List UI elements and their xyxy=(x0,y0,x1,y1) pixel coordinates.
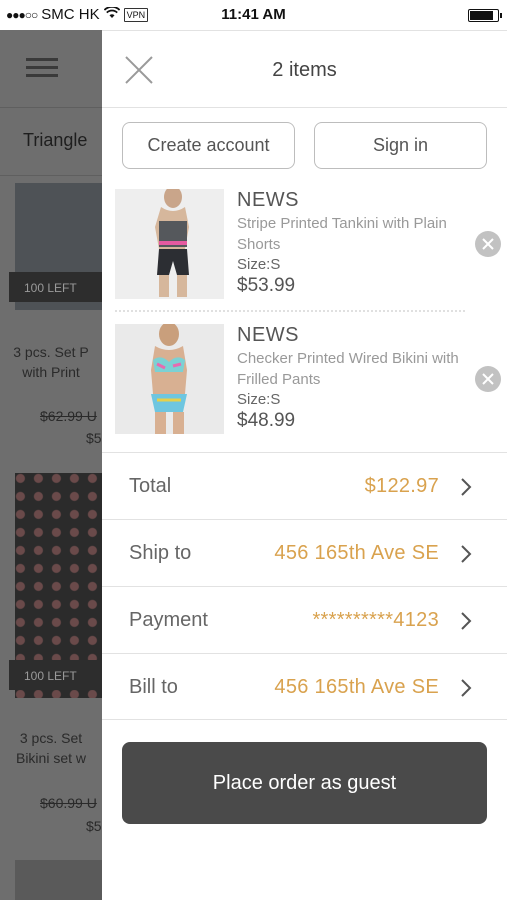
chevron-right-icon xyxy=(461,679,472,697)
stock-badge: 100 LEFT xyxy=(9,660,102,690)
product-title: 3 pcs. Set P with Print xyxy=(13,344,89,380)
hamburger-menu-icon[interactable] xyxy=(26,58,58,78)
payment-value: **********4123 xyxy=(312,609,439,631)
cart-item-info: NEWS Checker Printed Wired Bikini with F… xyxy=(237,324,467,432)
product-price: $5 xyxy=(86,818,102,834)
ship-to-label: Ship to xyxy=(129,542,192,564)
product-thumbnail[interactable] xyxy=(115,324,224,434)
bill-to-label: Bill to xyxy=(129,676,178,698)
create-account-button[interactable]: Create account xyxy=(122,122,295,169)
product-old-price: $62.99 U xyxy=(40,408,97,424)
cart-panel: 2 items Create account Sign in NEWS Stri… xyxy=(102,30,507,900)
product-thumbnail[interactable] xyxy=(115,189,224,299)
close-icon xyxy=(482,238,494,250)
item-size: Size:S xyxy=(237,256,281,273)
remove-item-button[interactable] xyxy=(475,231,501,257)
chevron-right-icon xyxy=(461,545,472,563)
product-image[interactable] xyxy=(15,860,102,900)
status-time: 11:41 AM xyxy=(221,6,286,23)
background-header xyxy=(0,30,102,108)
chevron-right-icon xyxy=(461,612,472,630)
item-brand: NEWS xyxy=(237,189,299,211)
background-filter-label[interactable]: Triangle xyxy=(0,108,102,176)
battery-level xyxy=(470,11,493,20)
item-brand: NEWS xyxy=(237,324,299,346)
item-price: $53.99 xyxy=(237,275,296,296)
battery-icon xyxy=(468,9,502,22)
item-divider xyxy=(115,310,465,312)
item-price: $48.99 xyxy=(237,410,296,431)
item-size: Size:S xyxy=(237,391,281,408)
ship-to-row[interactable]: Ship to 456 165th Ave SE xyxy=(102,519,507,586)
total-row[interactable]: Total $122.97 xyxy=(102,452,507,519)
product-old-price: $60.99 U xyxy=(40,795,97,811)
status-bar: ●●●○○ SMC HK VPN 11:41 AM xyxy=(0,0,507,30)
sign-in-button[interactable]: Sign in xyxy=(314,122,487,169)
background-product-list[interactable]: Triangle 100 LEFT 3 pcs. Set P with Prin… xyxy=(0,30,102,900)
remove-item-button[interactable] xyxy=(475,366,501,392)
item-name[interactable]: Stripe Printed Tankini with Plain Shorts xyxy=(237,213,467,255)
place-order-button[interactable]: Place order as guest xyxy=(122,742,487,824)
cart-title: 2 items xyxy=(272,59,337,81)
total-label: Total xyxy=(129,475,172,497)
bill-to-row[interactable]: Bill to 456 165th Ave SE xyxy=(102,653,507,720)
total-value: $122.97 xyxy=(364,475,439,497)
payment-row[interactable]: Payment **********4123 xyxy=(102,586,507,653)
item-name[interactable]: Checker Printed Wired Bikini with Frille… xyxy=(237,348,467,390)
ship-to-value: 456 165th Ave SE xyxy=(274,542,439,564)
product-title: 3 pcs. Set Bikini set w xyxy=(15,730,87,766)
bill-to-value: 456 165th Ave SE xyxy=(274,676,439,698)
auth-buttons: Create account Sign in xyxy=(122,122,487,169)
cart-item[interactable]: NEWS Checker Printed Wired Bikini with F… xyxy=(115,324,501,436)
cart-header: 2 items xyxy=(102,30,507,108)
product-price: $5 xyxy=(86,430,102,446)
close-icon xyxy=(482,373,494,385)
cart-item-info: NEWS Stripe Printed Tankini with Plain S… xyxy=(237,189,467,297)
cart-item[interactable]: NEWS Stripe Printed Tankini with Plain S… xyxy=(115,189,501,301)
payment-label: Payment xyxy=(129,609,208,631)
stock-badge: 100 LEFT xyxy=(9,272,102,302)
chevron-right-icon xyxy=(461,478,472,496)
